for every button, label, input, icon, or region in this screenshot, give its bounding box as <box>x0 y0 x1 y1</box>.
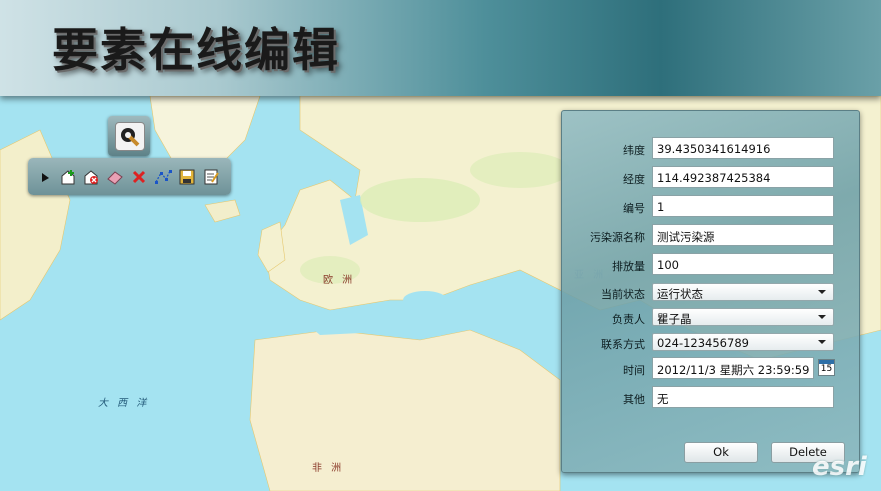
cancel-icon[interactable] <box>130 168 148 186</box>
form-row-longitude: 经度 114.492387425384 <box>562 166 859 190</box>
source-name-field[interactable]: 测试污染源 <box>652 224 834 246</box>
calendar-icon[interactable]: 15 <box>818 359 835 376</box>
editor-tools-icon <box>115 122 145 151</box>
status-label: 当前状态 <box>601 288 645 301</box>
owner-dropdown[interactable]: 瞿子晶 <box>652 308 834 326</box>
longitude-label: 经度 <box>623 173 645 186</box>
status-value: 运行状态 <box>657 287 703 301</box>
latitude-field[interactable]: 39.4350341614916 <box>652 137 834 159</box>
time-datepicker-input[interactable]: 2012/11/3 星期六 23:59:59 <box>652 357 814 379</box>
form-row-latitude: 纬度 39.4350341614916 <box>562 137 859 161</box>
form-row-owner: 负责人 瞿子晶 <box>562 308 859 332</box>
ok-button[interactable]: Ok <box>684 442 758 463</box>
save-icon[interactable] <box>178 168 196 186</box>
other-label: 其他 <box>623 393 645 406</box>
longitude-field[interactable]: 114.492387425384 <box>652 166 834 188</box>
emission-label: 排放量 <box>612 260 645 273</box>
id-label: 编号 <box>623 202 645 215</box>
attribute-form-panel: 纬度 39.4350341614916 经度 114.492387425384 … <box>561 110 860 473</box>
calendar-day: 15 <box>820 364 833 374</box>
editor-launcher-button[interactable] <box>108 116 150 156</box>
emission-field[interactable]: 100 <box>652 253 834 275</box>
form-row-contact: 联系方式 024-123456789 <box>562 333 859 357</box>
chevron-down-icon <box>818 315 826 319</box>
map-label-atlantic: 大 西 洋 <box>98 398 150 409</box>
form-row-id: 编号 1 <box>562 195 859 219</box>
attributes-icon[interactable] <box>202 168 220 186</box>
form-row-other: 其他 无 <box>562 386 859 410</box>
eraser-icon[interactable] <box>106 168 124 186</box>
contact-label: 联系方式 <box>601 338 645 351</box>
edit-toolbar <box>28 158 231 195</box>
esri-logo: esri <box>812 452 867 482</box>
time-label: 时间 <box>623 364 645 377</box>
app-title: 要素在线编辑 <box>52 23 340 77</box>
select-arrow-icon[interactable] <box>38 168 56 186</box>
map-label-africa: 非 洲 <box>312 463 345 474</box>
contact-value: 024-123456789 <box>657 336 749 350</box>
owner-value: 瞿子晶 <box>657 312 692 326</box>
delete-feature-icon[interactable] <box>82 168 100 186</box>
form-row-emission: 排放量 100 <box>562 253 859 277</box>
chevron-down-icon <box>818 290 826 294</box>
map-label-europe: 欧 洲 <box>323 275 356 286</box>
form-row-status: 当前状态 运行状态 <box>562 283 859 307</box>
add-feature-icon[interactable] <box>59 168 77 186</box>
contact-dropdown[interactable]: 024-123456789 <box>652 333 834 351</box>
owner-label: 负责人 <box>612 313 645 326</box>
id-field[interactable]: 1 <box>652 195 834 217</box>
title-bar: 要素在线编辑 <box>0 0 881 96</box>
chevron-down-icon <box>818 340 826 344</box>
latitude-label: 纬度 <box>623 144 645 157</box>
form-row-source-name: 污染源名称 测试污染源 <box>562 224 859 248</box>
other-field[interactable]: 无 <box>652 386 834 408</box>
edit-vertices-icon[interactable] <box>154 168 172 186</box>
source-name-label: 污染源名称 <box>590 231 645 244</box>
form-row-time: 时间 2012/11/3 星期六 23:59:59 15 <box>562 357 859 381</box>
status-dropdown[interactable]: 运行状态 <box>652 283 834 301</box>
